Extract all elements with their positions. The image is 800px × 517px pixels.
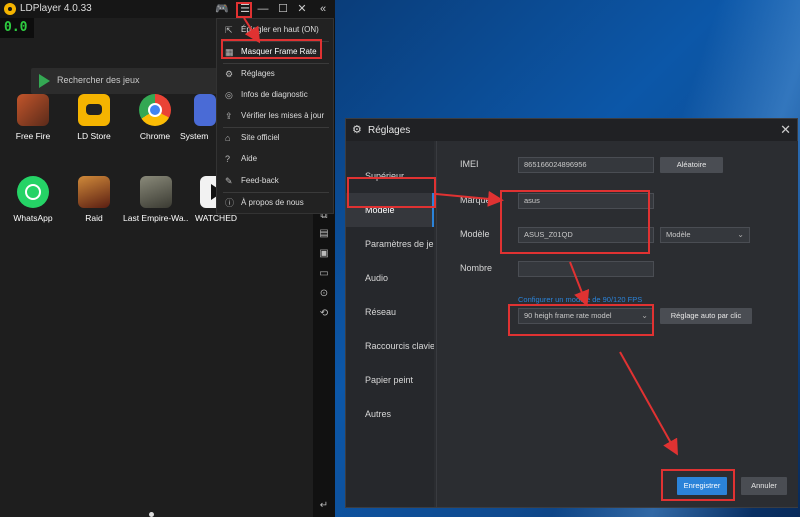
nav-item-game-settings[interactable]: Paramètres de jeu (346, 227, 434, 261)
menu-item-check-updates[interactable]: ⇪ Vérifier les mises à jour (217, 106, 335, 126)
menu-item-pin-on-top[interactable]: ⇱ Épingler en haut (ON) (217, 20, 335, 40)
settings-close-icon[interactable]: ✕ (780, 122, 791, 138)
chevron-down-icon: ⌄ (737, 230, 744, 239)
imei-field[interactable]: 865166024896956 (518, 157, 654, 173)
annotation-box-save (661, 469, 735, 501)
maximize-icon[interactable]: ☐ (277, 2, 289, 16)
menu-item-label: Aide (241, 154, 258, 163)
menu-item-label: Réglages (241, 69, 275, 78)
feedback-icon: ✎ (225, 176, 233, 186)
game-search-bar[interactable]: Rechercher des jeux (31, 68, 231, 94)
screenshot: LDPlayer 4.0.33 🎮 ☰ — ☐ ✕ « Rechercher d… (0, 0, 800, 517)
app-label: Raid (85, 213, 103, 223)
info-icon: ⓘ (225, 198, 235, 208)
number-field[interactable] (518, 261, 654, 277)
menu-item-about[interactable]: ⓘ À propos de nous (217, 193, 335, 213)
menu-item-official-site[interactable]: ⌂ Site officiel (217, 128, 335, 148)
app-ld-store[interactable]: LD Store (62, 94, 126, 141)
menu-item-settings[interactable]: ⚙ Réglages (217, 64, 335, 84)
model-select-value: Modèle (666, 230, 691, 239)
ldplayer-window: LDPlayer 4.0.33 🎮 ☰ — ☐ ✕ « Rechercher d… (0, 0, 335, 517)
gamepad-icon[interactable]: 🎮 (214, 2, 230, 16)
minimize-icon[interactable]: — (257, 2, 269, 16)
play-store-icon (39, 74, 50, 88)
home-page-indicator (149, 512, 154, 517)
help-icon: ? (225, 154, 231, 164)
menu-item-label: Site officiel (241, 133, 280, 142)
update-icon: ⇪ (225, 111, 233, 121)
app-label: Free Fire (15, 131, 51, 141)
number-label: Nombre (460, 263, 493, 273)
annotation-box-menu (236, 2, 252, 18)
last-empire-icon (140, 176, 172, 208)
random-imei-button[interactable]: Aléatoire (660, 157, 723, 173)
menu-item-label: À propos de nous (241, 198, 304, 207)
ldplayer-titlebar: LDPlayer 4.0.33 🎮 ☰ — ☐ ✕ « (0, 0, 335, 18)
app-last-empire[interactable]: Last Empire-Wa... (123, 176, 189, 223)
ldplayer-logo-icon (4, 3, 16, 15)
rotate-icon[interactable]: ⟲ (318, 308, 330, 320)
menu-item-label: Épingler en haut (ON) (241, 25, 319, 34)
nav-item-others[interactable]: Autres (346, 397, 434, 431)
app-label: LD Store (77, 131, 111, 141)
ld-store-icon (78, 94, 110, 126)
pin-icon: ⇱ (225, 25, 233, 35)
fps-counter: 0.0 (0, 18, 34, 38)
collapse-sidebar-icon[interactable]: « (316, 2, 330, 16)
system-apps-icon (194, 94, 216, 126)
menu-item-help[interactable]: ? Aide (217, 149, 335, 169)
app-label: WhatsApp (13, 213, 53, 223)
brand-label: Marque (460, 195, 491, 205)
nav-item-wallpaper[interactable]: Papier peint (346, 363, 434, 397)
free-fire-icon (17, 94, 49, 126)
annotation-box-hide-fps (221, 39, 322, 59)
app-free-fire[interactable]: Free Fire (1, 94, 65, 141)
settings-titlebar: ⚙ Réglages ✕ (346, 119, 797, 141)
diagnostic-icon: ◎ (225, 90, 233, 100)
install-apk-icon[interactable]: ▤ (318, 228, 330, 240)
menu-item-label: Feed-back (241, 176, 279, 185)
model-select[interactable]: Modèle ⌄ (660, 227, 750, 243)
app-title: LDPlayer 4.0.33 (20, 3, 92, 14)
settings-gear-icon: ⚙ (352, 124, 362, 136)
raid-icon (78, 176, 110, 208)
back-icon[interactable]: ↵ (318, 500, 330, 512)
app-system[interactable]: System (180, 94, 216, 141)
app-chrome[interactable]: Chrome (123, 94, 187, 141)
settings-title: Réglages (368, 125, 411, 136)
app-raid[interactable]: Raid (62, 176, 126, 223)
model-label: Modèle (460, 229, 490, 239)
app-label: System (180, 131, 209, 141)
menu-item-label: Vérifier les mises à jour (241, 111, 325, 120)
app-label: WATCHED (194, 213, 238, 223)
location-icon[interactable]: ⊙ (318, 288, 330, 300)
configure-90-120-fps-link[interactable]: Configurer un modèle de 90/120 FPS (518, 295, 642, 304)
nav-item-audio[interactable]: Audio (346, 261, 434, 295)
imei-label: IMEI (460, 159, 479, 169)
annotation-box-fps-model (508, 304, 654, 336)
app-label: Chrome (139, 131, 171, 141)
auto-setting-button[interactable]: Réglage auto par clic (660, 308, 752, 324)
gear-icon: ⚙ (225, 69, 234, 79)
nav-item-network[interactable]: Réseau (346, 295, 434, 329)
device-icon[interactable]: ▣ (318, 248, 330, 260)
menu-item-feedback[interactable]: ✎ Feed-back (217, 171, 335, 191)
whatsapp-icon (17, 176, 49, 208)
chrome-icon (139, 94, 171, 126)
search-placeholder: Rechercher des jeux (57, 75, 140, 85)
annotation-box-model-tab (347, 177, 436, 208)
annotation-box-brand-model (500, 190, 650, 254)
app-whatsapp[interactable]: WhatsApp (1, 176, 65, 223)
menu-item-diagnostics[interactable]: ◎ Infos de diagnostic (217, 85, 335, 105)
close-icon[interactable]: ✕ (296, 2, 308, 16)
menu-item-label: Infos de diagnostic (241, 90, 308, 99)
app-label: Last Empire-Wa... (123, 213, 189, 223)
site-icon: ⌂ (225, 133, 231, 143)
folder-icon[interactable]: ▭ (318, 268, 330, 280)
cancel-button[interactable]: Annuler (741, 477, 787, 495)
nav-item-keyboard-shortcuts[interactable]: Raccourcis claviers (346, 329, 434, 363)
